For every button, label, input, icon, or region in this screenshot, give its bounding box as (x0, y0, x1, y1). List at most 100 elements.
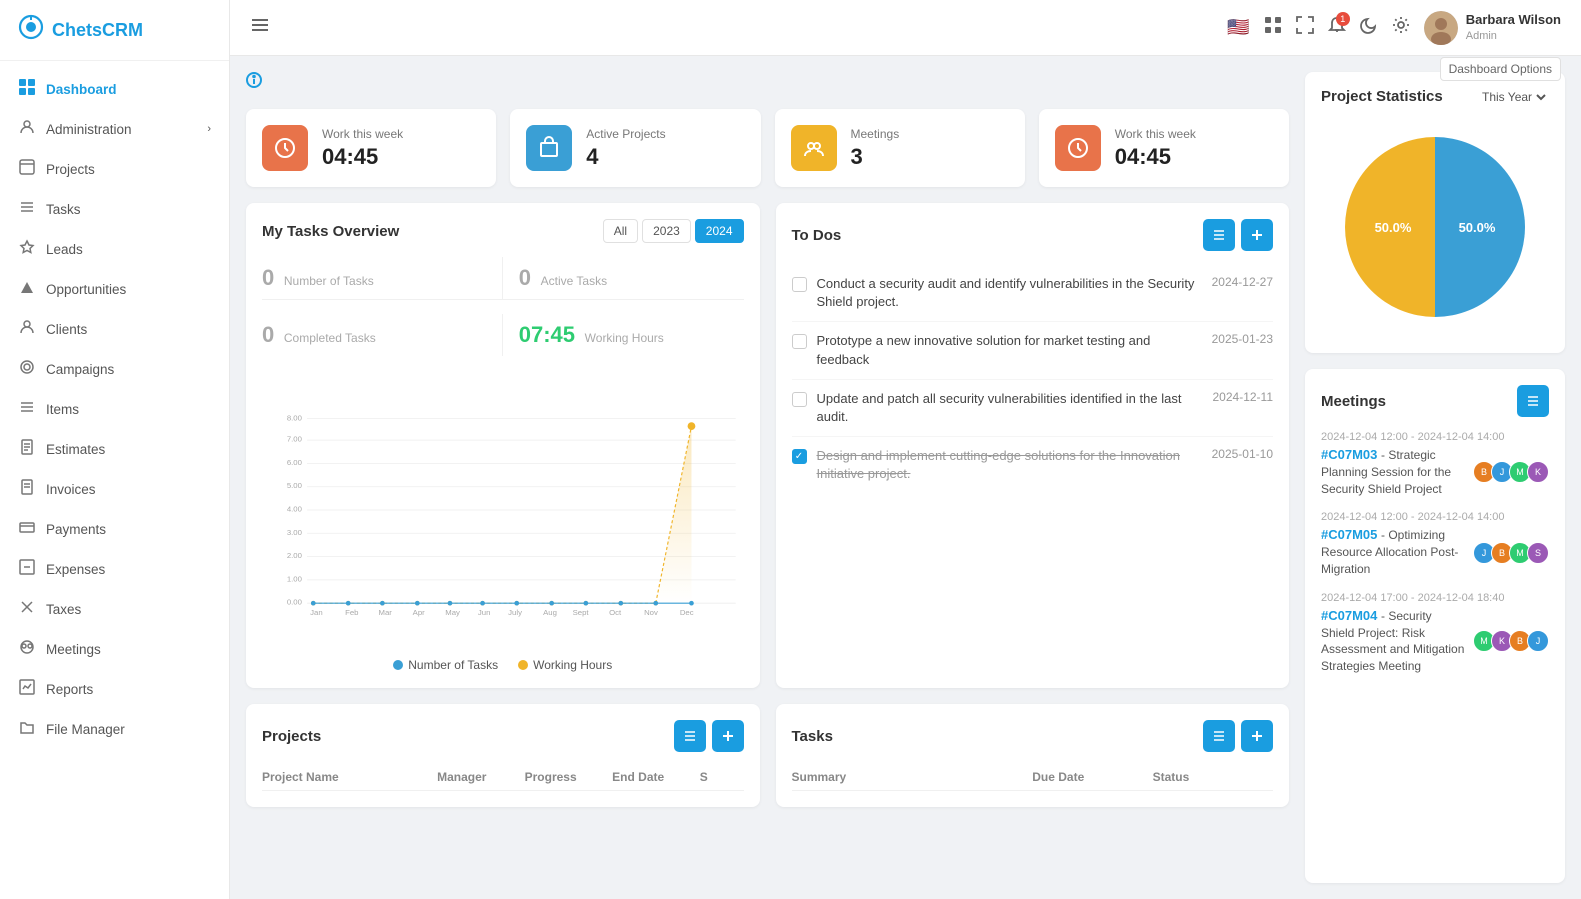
meeting-id-2[interactable]: #C07M05 (1321, 527, 1377, 542)
legend-hours-dot (518, 660, 528, 670)
tasks-table-panel: Tasks Summary (776, 704, 1290, 807)
col-due-date: Due Date (1032, 770, 1152, 784)
svg-text:8.00: 8.00 (287, 414, 302, 423)
task-number-label: Number of Tasks (284, 274, 374, 288)
svg-text:Apr: Apr (413, 608, 425, 617)
notification-count: 1 (1336, 12, 1350, 26)
tab-2023[interactable]: 2023 (642, 219, 691, 243)
todo-checkbox-1[interactable] (792, 277, 807, 292)
task-number-value: 0 (262, 265, 274, 291)
stat-info-2: Active Projects 4 (586, 127, 665, 170)
sidebar-item-label: Tasks (46, 202, 81, 217)
sidebar-item-file-manager[interactable]: File Manager (0, 709, 229, 749)
sidebar-item-label: Leads (46, 242, 83, 257)
info-icon[interactable] (246, 72, 262, 93)
notifications-icon[interactable]: 1 (1328, 16, 1346, 39)
todos-add-button[interactable] (1241, 219, 1273, 251)
meeting-info-2: #C07M05 - Optimizing Resource Allocation… (1321, 527, 1465, 577)
tasks-add-button[interactable] (1241, 720, 1273, 752)
todos-list-button[interactable] (1203, 219, 1235, 251)
tab-2024[interactable]: 2024 (695, 219, 744, 243)
projects-table-header: Projects (262, 720, 744, 752)
expenses-icon (18, 559, 36, 579)
svg-text:Jun: Jun (478, 608, 491, 617)
svg-text:Mar: Mar (378, 608, 392, 617)
task-active-value: 0 (519, 265, 531, 291)
sidebar-item-label: Estimates (46, 442, 105, 457)
todo-item-4: ✓ Design and implement cutting-edge solu… (792, 437, 1274, 493)
sidebar-item-payments[interactable]: Payments (0, 509, 229, 549)
dashboard-options-label[interactable]: Dashboard Options (1440, 57, 1561, 81)
projects-list-button[interactable] (674, 720, 706, 752)
projects-table-columns: Project Name Manager Progress End Date S (262, 764, 744, 791)
sidebar-item-label: Items (46, 402, 79, 417)
fullscreen-icon[interactable] (1296, 16, 1314, 39)
sidebar-item-label: Payments (46, 522, 106, 537)
projects-add-button[interactable] (712, 720, 744, 752)
task-hours-value: 07:45 (519, 322, 575, 348)
svg-text:6.00: 6.00 (287, 458, 302, 467)
language-flag[interactable]: 🇺🇸 (1227, 17, 1249, 38)
sidebar-item-label: Opportunities (46, 282, 126, 297)
meeting-id-3[interactable]: #C07M04 (1321, 608, 1377, 623)
todo-checkbox-4[interactable]: ✓ (792, 449, 807, 464)
col-end-date: End Date (612, 770, 700, 784)
apps-icon[interactable] (1264, 16, 1282, 39)
user-role: Admin (1466, 29, 1561, 43)
svg-text:3.00: 3.00 (287, 528, 302, 537)
sidebar-item-items[interactable]: Items (0, 389, 229, 429)
stat-label-1: Work this week (322, 127, 403, 141)
tasks-table-columns: Summary Due Date Status (792, 764, 1274, 791)
dark-mode-icon[interactable] (1360, 16, 1378, 39)
task-stat-active: 0 Active Tasks (503, 257, 744, 299)
svg-text:4.00: 4.00 (287, 505, 302, 514)
tab-all[interactable]: All (603, 219, 638, 243)
sidebar-item-reports[interactable]: Reports (0, 669, 229, 709)
header: 🇺🇸 1 (230, 0, 1581, 56)
sidebar-item-expenses[interactable]: Expenses (0, 549, 229, 589)
todo-checkbox-3[interactable] (792, 392, 807, 407)
sidebar-item-projects[interactable]: Projects (0, 149, 229, 189)
user-profile[interactable]: Barbara Wilson Admin (1424, 11, 1561, 45)
sidebar-item-meetings[interactable]: Meetings (0, 629, 229, 669)
sidebar: ChetsCRM Dashboard Administration › (0, 0, 230, 899)
sidebar-item-administration[interactable]: Administration › (0, 109, 229, 149)
todos-panel: To Dos (776, 203, 1290, 688)
todos-title: To Dos (792, 227, 842, 244)
tasks-table-header: Tasks (792, 720, 1274, 752)
col-summary: Summary (792, 770, 1033, 784)
sidebar-item-invoices[interactable]: Invoices (0, 469, 229, 509)
leads-icon (18, 239, 36, 259)
meetings-list-button[interactable] (1517, 385, 1549, 417)
stat-card-meetings: Meetings 3 (775, 109, 1025, 187)
content-main: Work this week 04:45 Active Projects 4 (246, 72, 1289, 883)
meetings-right-title: Meetings (1321, 393, 1386, 410)
tasks-panel-title: My Tasks Overview (262, 223, 399, 240)
stat-info-3: Meetings 3 (851, 127, 900, 170)
todo-date-1: 2024-12-27 (1212, 275, 1273, 289)
sidebar-item-taxes[interactable]: Taxes (0, 589, 229, 629)
todo-item-2: Prototype a new innovative solution for … (792, 322, 1274, 379)
sidebar-item-campaigns[interactable]: Campaigns (0, 349, 229, 389)
logo[interactable]: ChetsCRM (0, 0, 229, 61)
meetings-icon (18, 639, 36, 659)
settings-icon[interactable] (1392, 16, 1410, 39)
sidebar-item-opportunities[interactable]: Opportunities (0, 269, 229, 309)
sidebar-item-estimates[interactable]: Estimates (0, 429, 229, 469)
legend-tasks-label: Number of Tasks (408, 658, 498, 672)
year-select[interactable]: This Year Last Year (1478, 89, 1549, 105)
menu-toggle-button[interactable] (250, 15, 270, 40)
sidebar-item-dashboard[interactable]: Dashboard (0, 69, 229, 109)
meeting-time-1: 2024-12-04 12:00 - 2024-12-04 14:00 (1321, 431, 1549, 443)
pie-chart-svg: 50.0% 50.0% (1335, 127, 1535, 327)
meeting-avatar: J (1527, 630, 1549, 652)
task-stat-number: 0 Number of Tasks (262, 257, 503, 299)
meeting-id-1[interactable]: #C07M03 (1321, 447, 1377, 462)
svg-text:2.00: 2.00 (287, 551, 302, 560)
todo-checkbox-2[interactable] (792, 334, 807, 349)
tasks-list-button[interactable] (1203, 720, 1235, 752)
sidebar-item-leads[interactable]: Leads (0, 229, 229, 269)
sidebar-item-tasks[interactable]: Tasks (0, 189, 229, 229)
meetings-stat-icon (791, 125, 837, 171)
sidebar-item-clients[interactable]: Clients (0, 309, 229, 349)
